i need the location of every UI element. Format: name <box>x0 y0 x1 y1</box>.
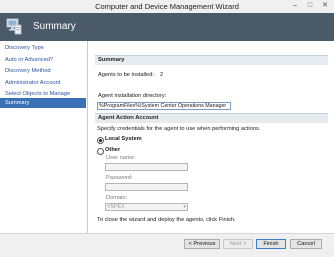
wizard-computer-icon <box>6 18 22 35</box>
other-account-label: Other <box>105 147 121 153</box>
agents-to-install-value: 2 <box>160 72 164 78</box>
window-titlebar: Computer and Device Management Wizard – … <box>0 0 334 14</box>
other-account-radio[interactable] <box>97 148 104 155</box>
username-label: User name: <box>106 155 136 161</box>
nav-item-auto-or-advanced[interactable]: Auto or Advanced? <box>0 55 86 65</box>
resize-grip-icon[interactable]: ⋰ <box>327 249 333 256</box>
close-button[interactable]: ✕ <box>320 2 330 10</box>
summary-section-header: Summary <box>95 55 328 65</box>
domain-dropdown[interactable]: VSPEX ▾ <box>105 203 188 211</box>
window-title: Computer and Device Management Wizard <box>95 2 239 11</box>
finish-instruction-text: To close the wizard and deploy the agent… <box>97 217 236 223</box>
wizard-nav: Discovery Type Auto or Advanced? Discove… <box>0 41 88 256</box>
domain-label: Domain: <box>106 195 128 201</box>
minimize-button[interactable]: – <box>290 2 300 10</box>
domain-value: VSPEX <box>107 204 125 210</box>
next-button[interactable]: Next > <box>223 239 253 249</box>
agents-to-install-label: Agents to be installed: <box>98 72 154 78</box>
install-directory-label: Agent installation directory: <box>98 93 167 99</box>
password-field[interactable] <box>105 183 188 191</box>
wizard-footer: < Previous Next > Finish Cancel ⋰ <box>0 233 334 257</box>
nav-item-discovery-type[interactable]: Discovery Type <box>0 43 86 53</box>
local-system-label: Local System <box>105 136 142 142</box>
wizard-header: Summary <box>0 13 334 41</box>
chevron-down-icon: ▾ <box>183 204 186 210</box>
password-label: Password: <box>106 175 133 181</box>
nav-item-administrator-account[interactable]: Administrator Account <box>0 78 86 88</box>
username-field[interactable] <box>105 163 188 171</box>
finish-button[interactable]: Finish <box>256 239 286 249</box>
local-system-radio[interactable] <box>97 137 104 144</box>
main-content: Summary Agents to be installed: 2 Agent … <box>88 41 334 233</box>
agent-action-account-header: Agent Action Account <box>95 113 328 123</box>
cancel-button[interactable]: Cancel <box>290 239 322 249</box>
page-title: Summary <box>33 21 76 32</box>
nav-item-summary[interactable]: Summary <box>0 98 86 108</box>
previous-button[interactable]: < Previous <box>184 239 220 249</box>
install-directory-field[interactable]: %ProgramFiles%\System Center Operations … <box>97 102 231 110</box>
nav-item-discovery-method[interactable]: Discovery Method <box>0 66 86 76</box>
account-description: Specify credentials for the agent to use… <box>97 126 261 132</box>
maximize-button[interactable]: □ <box>305 2 315 10</box>
